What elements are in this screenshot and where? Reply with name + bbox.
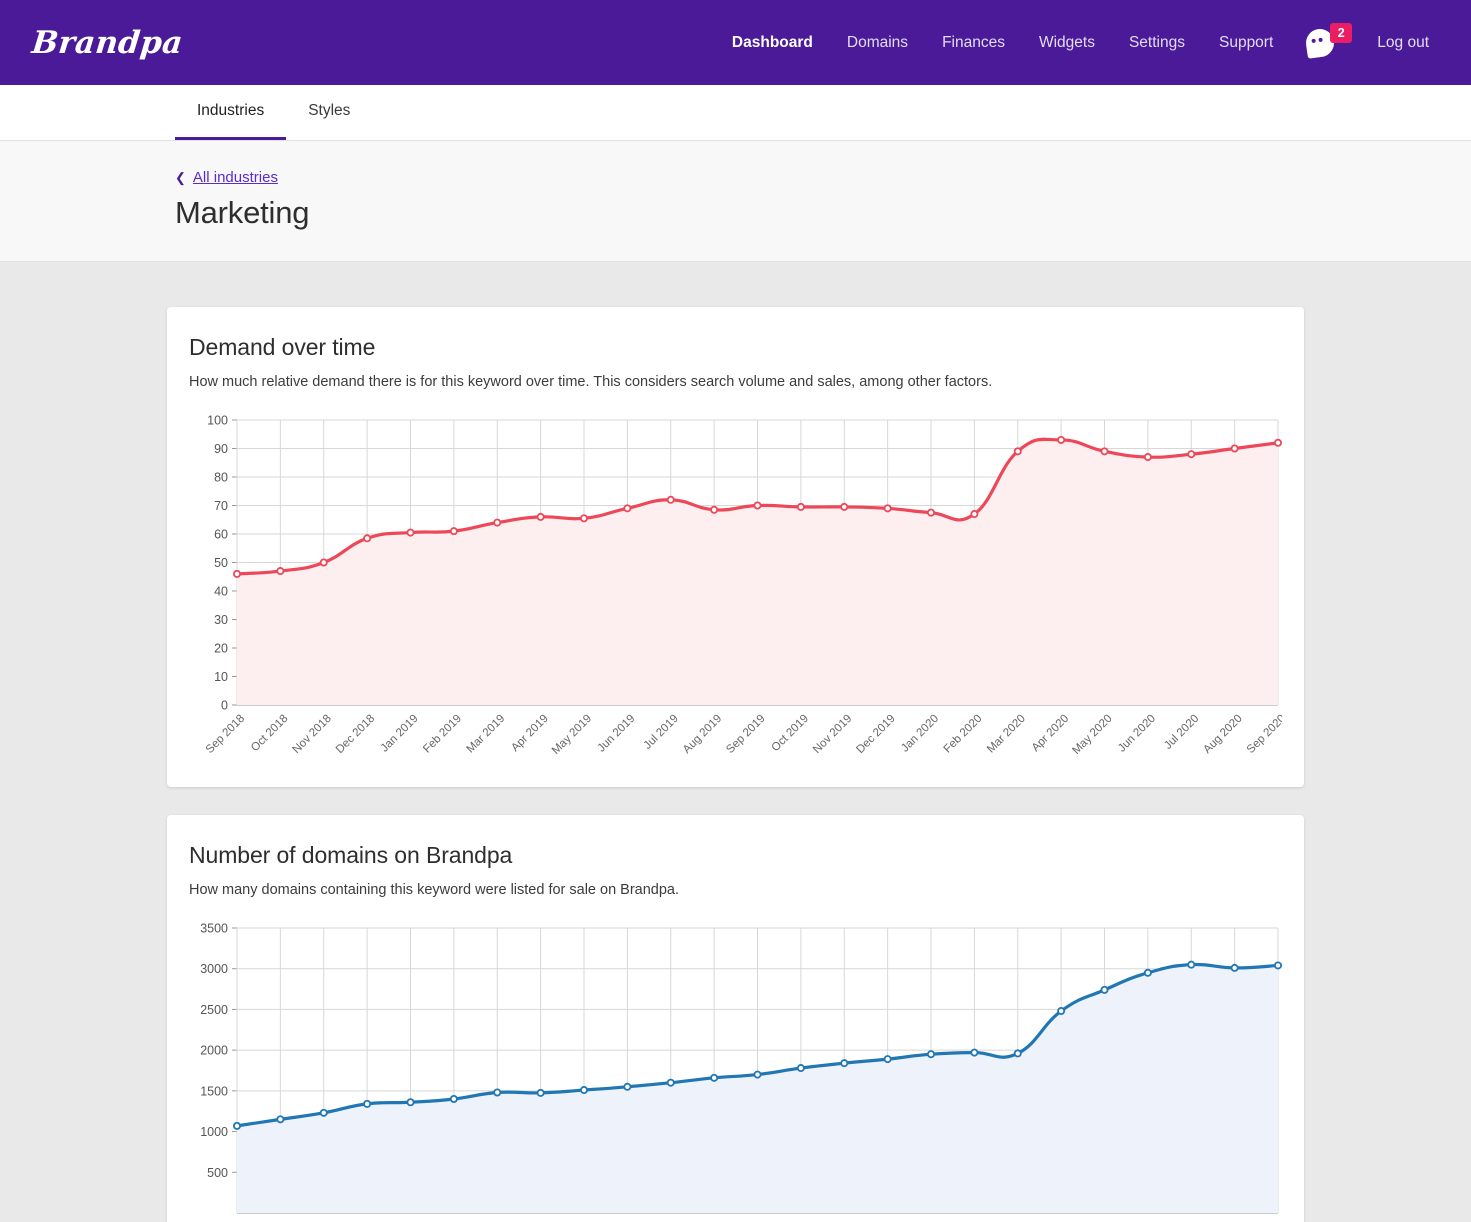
card-demand-over-time: Demand over time How much relative deman… [167,307,1304,787]
card-number-of-domains: Number of domains on Brandpa How many do… [167,815,1304,1222]
card-title: Demand over time [189,334,376,360]
svg-text:Mar 2019: Mar 2019 [465,713,508,756]
svg-text:Mar 2020: Mar 2020 [985,713,1028,756]
svg-text:Apr 2019: Apr 2019 [509,713,550,754]
svg-text:2500: 2500 [200,1003,228,1017]
chart-demand-over-time[interactable]: 0 10 20 30 40 50 60 70 80 90 100 Sep 2018 Oct 2018 No… [189,412,1282,767]
svg-text:0: 0 [221,699,228,713]
nav-item-logout[interactable]: Log out [1360,0,1441,85]
svg-text:Dec 2019: Dec 2019 [854,713,897,756]
svg-text:May 2020: May 2020 [1070,713,1114,757]
card-subtitle: How many domains containing this keyword… [189,882,680,898]
svg-text:Jul 2019: Jul 2019 [642,713,681,752]
svg-text:Feb 2019: Feb 2019 [421,713,464,756]
svg-text:Sep 2020: Sep 2020 [1245,713,1282,756]
svg-text:1500: 1500 [200,1084,228,1098]
tab-styles[interactable]: Styles [286,85,372,140]
brandpa-logo[interactable]: Brandpa [28,25,184,61]
breadcrumb-all-industries[interactable]: ❮ All industries [175,169,278,186]
svg-text:Oct 2019: Oct 2019 [770,713,811,754]
svg-text:500: 500 [207,1166,228,1180]
svg-text:Jan 2019: Jan 2019 [379,713,421,755]
svg-text:10: 10 [214,670,228,684]
card-title: Number of domains on Brandpa [189,842,513,868]
svg-text:3000: 3000 [200,962,228,976]
breadcrumb-label: All industries [192,169,278,186]
svg-text:90: 90 [214,442,228,456]
svg-text:1000: 1000 [200,1125,228,1139]
page-header: ❮ All industries Marketing [0,141,1471,262]
svg-text:Jul 2020: Jul 2020 [1162,713,1201,752]
svg-text:Jan 2020: Jan 2020 [899,713,941,755]
tab-industries[interactable]: Industries [175,85,287,140]
svg-text:Jun 2019: Jun 2019 [596,713,638,755]
svg-text:Nov 2019: Nov 2019 [811,713,854,756]
nav-item-finances[interactable]: Finances [925,0,1022,85]
svg-text:Dec 2018: Dec 2018 [334,713,377,756]
svg-text:Nov 2018: Nov 2018 [291,713,334,756]
navbar-links: Dashboard Domains Finances Widgets Setti… [715,0,1441,85]
top-navbar: Brandpa Dashboard Domains Finances Widge… [0,0,1471,85]
svg-text:Aug 2019: Aug 2019 [681,713,724,756]
card-subtitle: How much relative demand there is for th… [189,374,993,390]
svg-text:60: 60 [214,528,228,542]
svg-text:Sep 2018: Sep 2018 [204,713,247,756]
svg-text:70: 70 [214,499,228,513]
chevron-left-icon: ❮ [175,170,186,185]
number-of-domains-svg: 500100015002000250030003500Sep 2018Oct 2… [200,922,1282,1222]
svg-text:30: 30 [214,613,228,627]
svg-text:2000: 2000 [200,1044,228,1058]
svg-text:May 2019: May 2019 [550,713,594,757]
svg-text:Sep 2019: Sep 2019 [724,713,767,756]
notifications-button[interactable]: 2 [1304,22,1353,63]
page-title: Marketing [175,195,310,230]
main-content: Demand over time How much relative deman… [0,262,1471,1222]
notification-count-badge: 2 [1330,22,1353,43]
nav-item-domains[interactable]: Domains [830,0,925,85]
nav-item-dashboard[interactable]: Dashboard [715,0,830,85]
nav-item-settings[interactable]: Settings [1112,0,1202,85]
nav-item-widgets[interactable]: Widgets [1022,0,1112,85]
nav-item-support[interactable]: Support [1202,0,1290,85]
svg-text:80: 80 [214,471,228,485]
svg-text:Apr 2020: Apr 2020 [1030,713,1071,754]
svg-text:100: 100 [207,414,228,428]
svg-text:50: 50 [214,556,228,570]
chart-number-of-domains[interactable]: 500100015002000250030003500Sep 2018Oct 2… [189,920,1282,1222]
svg-text:20: 20 [214,642,228,656]
svg-text:Feb 2020: Feb 2020 [942,713,985,756]
svg-text:3500: 3500 [200,922,228,936]
svg-text:Jun 2020: Jun 2020 [1116,713,1158,755]
demand-over-time-svg: 0102030405060708090100Sep 2018 Oct 2018 No… [204,414,1282,757]
sub-navigation: Industries Styles [0,85,1471,141]
svg-text:Aug 2020: Aug 2020 [1201,713,1244,756]
svg-text:Oct 2018: Oct 2018 [249,713,290,754]
svg-text:40: 40 [214,585,228,599]
